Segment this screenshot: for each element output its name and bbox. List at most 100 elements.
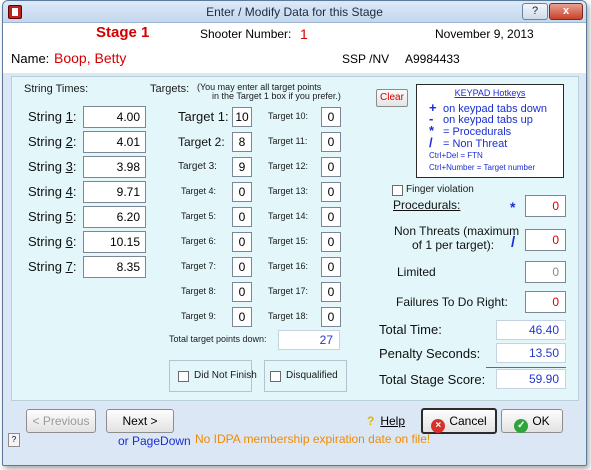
target-11-input[interactable]: 0 <box>321 132 341 152</box>
string-1-input[interactable]: 4.00 <box>83 106 146 128</box>
target-18-input[interactable]: 0 <box>321 307 341 327</box>
procedurals-input[interactable]: 0 <box>525 195 566 217</box>
target-16-input[interactable]: 0 <box>321 257 341 277</box>
keypad-row-slash: / = Non Threat <box>429 136 508 150</box>
target-15-label: Target 15: <box>268 236 309 246</box>
stage-title: Stage 1 <box>96 24 150 41</box>
small-help-button[interactable]: ? <box>8 433 20 447</box>
previous-button[interactable]: < Previous <box>26 409 96 433</box>
string-label-prefix: String <box>28 209 66 224</box>
target-17-label: Target 17: <box>268 286 309 296</box>
string-hotkey: 6 <box>65 234 73 249</box>
target-11-label: Target 11: <box>268 136 308 146</box>
failures-to-do-right-input[interactable]: 0 <box>525 291 566 313</box>
next-button[interactable]: Next > <box>106 409 174 433</box>
target-4-input[interactable]: 0 <box>232 182 252 202</box>
close-button[interactable]: x <box>549 3 583 20</box>
string-4-input[interactable]: 9.71 <box>83 181 146 203</box>
target-8-label: Target 8: <box>181 286 217 296</box>
check-icon: ✓ <box>514 419 529 433</box>
target-14-input[interactable]: 0 <box>321 207 341 227</box>
stage-data-panel: String Times: String 1: 4.00 String 2: 4… <box>11 76 579 401</box>
target-8-input[interactable]: 0 <box>232 282 252 302</box>
non-threats-label-1: Non Threats (maximum <box>394 224 520 238</box>
string-7-input[interactable]: 8.35 <box>83 256 146 278</box>
ok-button[interactable]: ✓ OK <box>501 409 563 433</box>
total-target-points-value: 27 <box>278 330 340 350</box>
cancel-x-icon: × <box>431 419 446 433</box>
name-label: Name: <box>11 51 50 66</box>
titlebar-help-button[interactable]: ? <box>522 3 548 20</box>
division-class: SSP /NV <box>342 52 390 66</box>
string-5-input[interactable]: 6.20 <box>83 206 146 228</box>
non-threats-input[interactable]: 0 <box>525 229 566 251</box>
disqualified-label: Disqualified <box>286 370 338 381</box>
total-time-value: 46.40 <box>496 320 566 340</box>
failures-to-do-right-label: Failures To Do Right: <box>396 295 508 309</box>
help-button[interactable]: ? Help <box>358 409 414 433</box>
string-label-suffix: : <box>72 234 77 249</box>
keypad-title: KEYPAD Hotkeys <box>454 88 526 98</box>
string-6-label: String 6: <box>28 234 76 249</box>
string-hotkey: 4 <box>65 184 73 199</box>
string-hotkey: 1 <box>65 109 73 124</box>
string-hotkey: 2 <box>65 134 73 149</box>
cancel-button[interactable]: × Cancel <box>421 408 497 434</box>
target-5-input[interactable]: 0 <box>232 207 252 227</box>
question-icon: ? <box>366 414 375 428</box>
targets-note-line2: in the Target 1 box if you prefer.) <box>212 91 341 101</box>
target-2-input[interactable]: 8 <box>232 132 252 152</box>
target-10-input[interactable]: 0 <box>321 107 341 127</box>
target-17-input[interactable]: 0 <box>321 282 341 302</box>
target-7-input[interactable]: 0 <box>232 257 252 277</box>
non-threats-slash-icon: / <box>511 234 516 251</box>
totals-divider <box>486 367 566 368</box>
target-6-input[interactable]: 0 <box>232 232 252 252</box>
string-label-prefix: String <box>28 259 66 274</box>
procedurals-label: Procedurals: <box>393 198 460 212</box>
cancel-label: Cancel <box>449 414 487 428</box>
did-not-finish-checkbox[interactable] <box>178 371 189 382</box>
limited-input[interactable]: 0 <box>525 261 566 283</box>
pagedown-hint: or PageDown <box>118 434 191 448</box>
target-15-input[interactable]: 0 <box>321 232 341 252</box>
string-label-suffix: : <box>72 259 77 274</box>
string-5-label: String 5: <box>28 209 76 224</box>
shooter-number-label: Shooter Number: <box>200 27 292 41</box>
target-12-input[interactable]: 0 <box>321 157 341 177</box>
total-time-label: Total Time: <box>379 322 442 337</box>
target-1-input[interactable]: 10 <box>232 107 252 127</box>
string-7-label: String 7: <box>28 259 76 274</box>
clear-button[interactable]: Clear <box>376 89 408 107</box>
keypad-hotkeys-box: KEYPAD Hotkeys + on keypad tabs down - on … <box>416 84 564 178</box>
target-3-input[interactable]: 9 <box>232 157 252 177</box>
target-18-label: Target 18: <box>268 311 309 321</box>
keypad-ctrl-number: Ctrl+Number = Target number <box>429 163 536 172</box>
window-title: Enter / Modify Data for this Stage <box>206 5 383 19</box>
target-9-input[interactable]: 0 <box>232 307 252 327</box>
target-16-label: Target 16: <box>268 261 309 271</box>
string-3-input[interactable]: 3.98 <box>83 156 146 178</box>
string-label-prefix: String <box>28 184 66 199</box>
did-not-finish-group: Did Not Finish <box>169 360 257 392</box>
ok-label: OK <box>532 414 550 428</box>
total-stage-score-label: Total Stage Score: <box>379 372 486 387</box>
target-12-label: Target 12: <box>268 161 309 171</box>
string-4-label: String 4: <box>28 184 76 199</box>
keypad-ctrl-del: Ctrl+Del = FTN <box>429 151 483 160</box>
disqualified-checkbox[interactable] <box>270 371 281 382</box>
keypad-row-text: = Non Threat <box>443 138 508 150</box>
target-5-label: Target 5: <box>181 211 217 221</box>
string-2-input[interactable]: 4.01 <box>83 131 146 153</box>
string-6-input[interactable]: 10.15 <box>83 231 146 253</box>
match-date: November 9, 2013 <box>435 27 534 41</box>
title-bar[interactable]: Enter / Modify Data for this Stage ? x <box>3 1 586 23</box>
finger-violation-checkbox[interactable] <box>392 185 403 196</box>
target-3-label: Target 3: <box>178 161 217 172</box>
total-stage-score-value: 59.90 <box>496 369 566 389</box>
string-3-label: String 3: <box>28 159 76 174</box>
string-1-label: String 1: <box>28 109 76 124</box>
target-13-input[interactable]: 0 <box>321 182 341 202</box>
string-times-heading: String Times: <box>24 83 89 95</box>
string-label-suffix: : <box>72 184 77 199</box>
